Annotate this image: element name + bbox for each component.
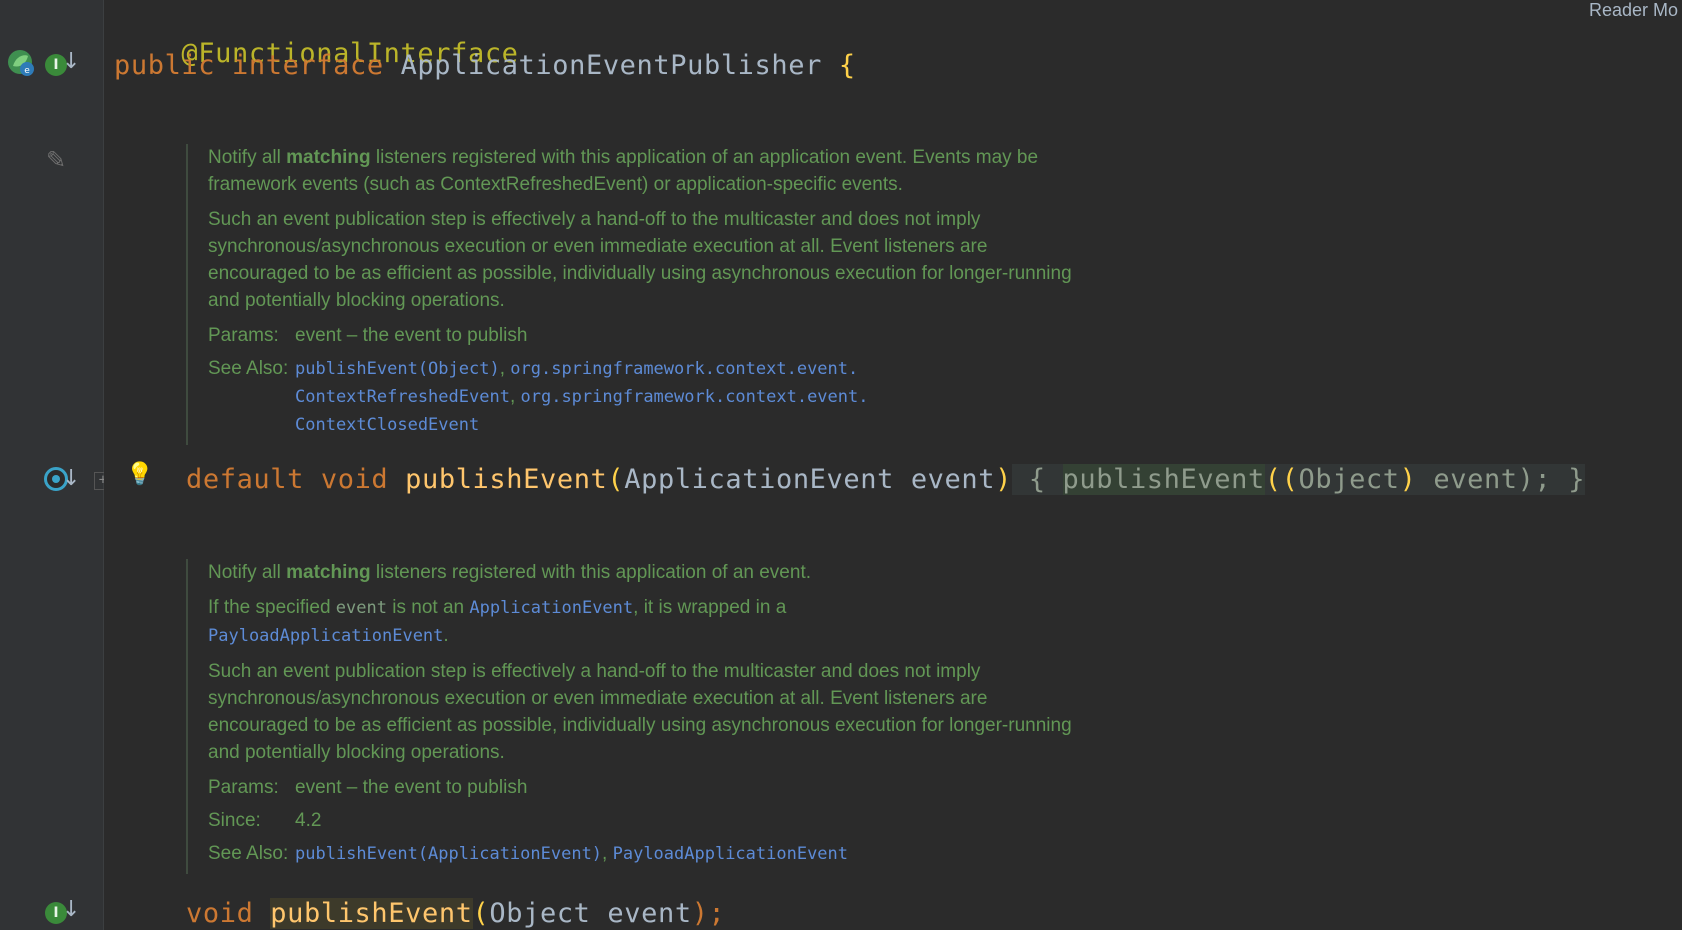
param-type[interactable]: Object (489, 898, 590, 929)
navigate-down-icon[interactable]: ↓ (62, 465, 80, 493)
see-also-link-payload-application-event[interactable]: PayloadApplicationEvent (613, 844, 848, 864)
doc-see-also-row: See Also: publishEvent(Object), org.spri… (208, 358, 869, 435)
editor-gutter: e I ↓ ✎ ↓ + I ↓ (0, 0, 112, 930)
javadoc-block-publish-object-event: Notify all matching listeners registered… (186, 559, 1086, 874)
param-name[interactable]: event (607, 898, 691, 929)
keyword-public: public (114, 50, 216, 81)
javadoc-block-publish-application-event: Notify all matching listeners registered… (186, 144, 1086, 445)
doc2-paragraph-2: If the specified event is not an Applica… (208, 597, 787, 646)
keyword-void: void (186, 898, 254, 929)
see-also-link-publish-event-application-event[interactable]: publishEvent(ApplicationEvent) (295, 844, 602, 864)
doc2-see-also-row: See Also: publishEvent(ApplicationEvent)… (208, 843, 849, 864)
folded-method-body[interactable]: { publishEvent((Object) event); } (1011, 464, 1586, 495)
doc-paragraph-1: Notify all matching listeners registered… (208, 147, 1039, 195)
method-publish-event-object: void publishEvent(Object event); (186, 898, 726, 929)
intention-bulb-icon[interactable]: 💡 (126, 462, 153, 487)
navigate-down-icon[interactable]: ↓ (62, 896, 80, 924)
doc-paragraph-2: Such an event publication step is effect… (208, 209, 1072, 311)
link-application-event[interactable]: ApplicationEvent (469, 598, 633, 618)
svg-text:e: e (24, 66, 30, 76)
open-brace: { (838, 50, 856, 81)
interface-declaration: public interface ApplicationEventPublish… (114, 48, 856, 84)
keyword-interface: interface (232, 50, 384, 81)
method-name[interactable]: publishEvent (270, 898, 473, 929)
navigate-down-icon[interactable]: ↓ (62, 48, 80, 76)
spring-bean-icon[interactable]: e (6, 48, 36, 78)
param-name[interactable]: event (911, 464, 995, 495)
folded-call-name: publishEvent (1062, 464, 1265, 495)
reader-mode-toggle[interactable]: Reader Mo (1585, 0, 1682, 21)
keyword-default: default (186, 464, 304, 495)
link-payload-application-event[interactable]: PayloadApplicationEvent (208, 626, 443, 646)
doc-params-row: Params: event – the event to publish (208, 325, 528, 346)
interface-name[interactable]: ApplicationEventPublisher (401, 50, 822, 81)
code-editor[interactable]: Reader Mo @FunctionalInterface public in… (104, 0, 1682, 930)
doc2-paragraph-1: Notify all matching listeners registered… (208, 562, 811, 583)
keyword-void: void (320, 464, 389, 495)
see-also-link-publish-event-object[interactable]: publishEvent(Object) (295, 359, 500, 379)
doc2-since-row: Since: 4.2 (208, 810, 322, 831)
edit-pencil-icon[interactable]: ✎ (46, 146, 66, 174)
doc2-paragraph-3: Such an event publication step is effect… (208, 661, 1072, 763)
method-name[interactable]: publishEvent (405, 464, 607, 495)
param-type[interactable]: ApplicationEvent (624, 464, 894, 495)
method-default-publish-event: default void publishEvent(ApplicationEve… (186, 464, 1586, 495)
doc2-params-row: Params: event – the event to publish (208, 777, 528, 798)
